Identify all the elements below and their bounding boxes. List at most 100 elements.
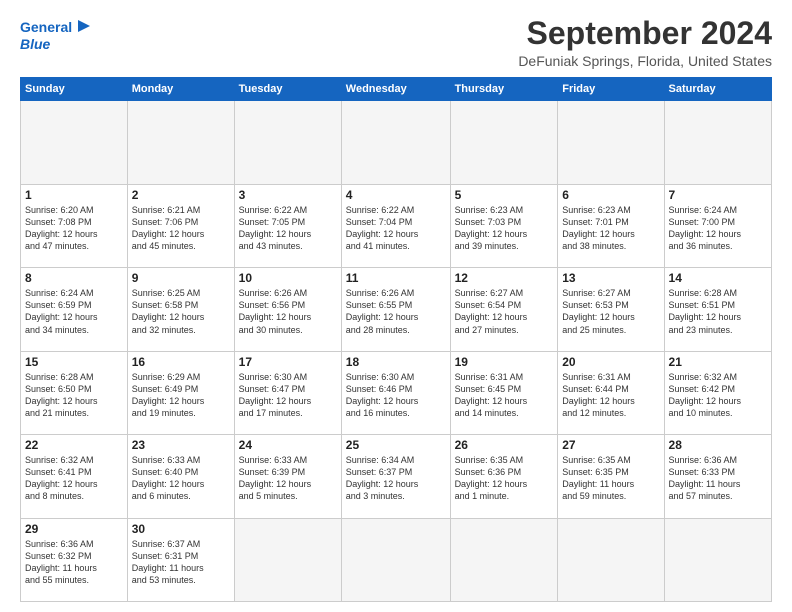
calendar-cell	[664, 518, 771, 601]
day-number: 10	[239, 271, 337, 285]
calendar-cell: 6Sunrise: 6:23 AM Sunset: 7:01 PM Daylig…	[558, 184, 664, 267]
calendar-cell	[664, 101, 771, 184]
calendar-cell: 13 Sunrise: 6:27 AM Sunset: 6:53 PM Dayli…	[558, 268, 664, 351]
calendar-cell	[558, 101, 664, 184]
day-number: 29	[25, 522, 123, 536]
day-number: 22	[25, 438, 123, 452]
calendar-cell: 21 Sunrise: 6:32 AM Sunset: 6:42 PM Dayli…	[664, 351, 771, 434]
day-number: 21	[669, 355, 767, 369]
week-row-0	[21, 101, 772, 184]
day-info: Sunrise: 6:24 AM Sunset: 7:00 PM Dayligh…	[669, 204, 767, 253]
col-thursday: Thursday	[450, 78, 558, 101]
calendar-cell	[21, 101, 128, 184]
calendar-cell: 16 Sunrise: 6:29 AM Sunset: 6:49 PM Dayli…	[127, 351, 234, 434]
logo-blue-text: Blue	[20, 37, 50, 52]
week-row-2: 8 Sunrise: 6:24 AM Sunset: 6:59 PM Daylig…	[21, 268, 772, 351]
calendar-cell: 22 Sunrise: 6:32 AM Sunset: 6:41 PM Dayli…	[21, 435, 128, 518]
day-number: 1	[25, 188, 123, 202]
calendar-cell: 14 Sunrise: 6:28 AM Sunset: 6:51 PM Dayli…	[664, 268, 771, 351]
subtitle: DeFuniak Springs, Florida, United States	[518, 53, 772, 69]
week-row-1: 1Sunrise: 6:20 AM Sunset: 7:08 PM Daylig…	[21, 184, 772, 267]
day-info: Sunrise: 6:32 AM Sunset: 6:41 PM Dayligh…	[25, 454, 123, 503]
day-info: Sunrise: 6:31 AM Sunset: 6:44 PM Dayligh…	[562, 371, 659, 420]
logo-arrow-icon	[76, 18, 92, 34]
day-info: Sunrise: 6:22 AM Sunset: 7:04 PM Dayligh…	[346, 204, 446, 253]
calendar-cell: 3 Sunrise: 6:22 AM Sunset: 7:05 PM Daylig…	[234, 184, 341, 267]
day-number: 2	[132, 188, 230, 202]
day-info: Sunrise: 6:37 AM Sunset: 6:31 PM Dayligh…	[132, 538, 230, 587]
day-number: 26	[455, 438, 554, 452]
day-number: 30	[132, 522, 230, 536]
calendar-table: Sunday Monday Tuesday Wednesday Thursday…	[20, 77, 772, 602]
day-info: Sunrise: 6:22 AM Sunset: 7:05 PM Dayligh…	[239, 204, 337, 253]
day-number: 7	[669, 188, 767, 202]
day-number: 4	[346, 188, 446, 202]
day-number: 8	[25, 271, 123, 285]
calendar-cell: 26Sunrise: 6:35 AM Sunset: 6:36 PM Dayli…	[450, 435, 558, 518]
logo-text: General	[20, 20, 72, 35]
calendar-cell: 27 Sunrise: 6:35 AM Sunset: 6:35 PM Dayli…	[558, 435, 664, 518]
calendar-cell: 29Sunrise: 6:36 AM Sunset: 6:32 PM Dayli…	[21, 518, 128, 601]
day-info: Sunrise: 6:30 AM Sunset: 6:46 PM Dayligh…	[346, 371, 446, 420]
day-number: 24	[239, 438, 337, 452]
col-saturday: Saturday	[664, 78, 771, 101]
day-info: Sunrise: 6:32 AM Sunset: 6:42 PM Dayligh…	[669, 371, 767, 420]
col-friday: Friday	[558, 78, 664, 101]
calendar-cell: 4 Sunrise: 6:22 AM Sunset: 7:04 PM Daylig…	[341, 184, 450, 267]
calendar-cell: 1Sunrise: 6:20 AM Sunset: 7:08 PM Daylig…	[21, 184, 128, 267]
week-row-3: 15Sunrise: 6:28 AM Sunset: 6:50 PM Dayli…	[21, 351, 772, 434]
day-info: Sunrise: 6:26 AM Sunset: 6:55 PM Dayligh…	[346, 287, 446, 336]
calendar-cell: 10 Sunrise: 6:26 AM Sunset: 6:56 PM Dayli…	[234, 268, 341, 351]
day-info: Sunrise: 6:35 AM Sunset: 6:35 PM Dayligh…	[562, 454, 659, 503]
day-info: Sunrise: 6:23 AM Sunset: 7:03 PM Dayligh…	[455, 204, 554, 253]
calendar-cell	[234, 518, 341, 601]
main-title: September 2024	[518, 16, 772, 51]
calendar-cell	[127, 101, 234, 184]
day-info: Sunrise: 6:23 AM Sunset: 7:01 PM Dayligh…	[562, 204, 659, 253]
day-number: 11	[346, 271, 446, 285]
day-number: 12	[455, 271, 554, 285]
day-number: 13	[562, 271, 659, 285]
day-info: Sunrise: 6:24 AM Sunset: 6:59 PM Dayligh…	[25, 287, 123, 336]
calendar-cell	[234, 101, 341, 184]
col-tuesday: Tuesday	[234, 78, 341, 101]
day-info: Sunrise: 6:33 AM Sunset: 6:40 PM Dayligh…	[132, 454, 230, 503]
calendar-cell: 18 Sunrise: 6:30 AM Sunset: 6:46 PM Dayli…	[341, 351, 450, 434]
page: General Blue September 2024 DeFuniak Spr…	[0, 0, 792, 612]
calendar-cell: 25Sunrise: 6:34 AM Sunset: 6:37 PM Dayli…	[341, 435, 450, 518]
day-info: Sunrise: 6:28 AM Sunset: 6:51 PM Dayligh…	[669, 287, 767, 336]
day-number: 5	[455, 188, 554, 202]
calendar-cell: 17Sunrise: 6:30 AM Sunset: 6:47 PM Dayli…	[234, 351, 341, 434]
col-wednesday: Wednesday	[341, 78, 450, 101]
col-sunday: Sunday	[21, 78, 128, 101]
day-number: 18	[346, 355, 446, 369]
calendar-cell: 30 Sunrise: 6:37 AM Sunset: 6:31 PM Dayli…	[127, 518, 234, 601]
day-number: 14	[669, 271, 767, 285]
day-info: Sunrise: 6:29 AM Sunset: 6:49 PM Dayligh…	[132, 371, 230, 420]
calendar-cell	[341, 518, 450, 601]
calendar-cell: 28 Sunrise: 6:36 AM Sunset: 6:33 PM Dayli…	[664, 435, 771, 518]
calendar-header-row: Sunday Monday Tuesday Wednesday Thursday…	[21, 78, 772, 101]
week-row-4: 22 Sunrise: 6:32 AM Sunset: 6:41 PM Dayli…	[21, 435, 772, 518]
logo: General Blue	[20, 16, 92, 52]
calendar-cell	[341, 101, 450, 184]
calendar-cell: 12Sunrise: 6:27 AM Sunset: 6:54 PM Dayli…	[450, 268, 558, 351]
day-info: Sunrise: 6:21 AM Sunset: 7:06 PM Dayligh…	[132, 204, 230, 253]
day-number: 3	[239, 188, 337, 202]
day-info: Sunrise: 6:33 AM Sunset: 6:39 PM Dayligh…	[239, 454, 337, 503]
day-number: 16	[132, 355, 230, 369]
day-number: 17	[239, 355, 337, 369]
day-number: 19	[455, 355, 554, 369]
day-info: Sunrise: 6:36 AM Sunset: 6:33 PM Dayligh…	[669, 454, 767, 503]
day-number: 23	[132, 438, 230, 452]
day-info: Sunrise: 6:26 AM Sunset: 6:56 PM Dayligh…	[239, 287, 337, 336]
day-number: 20	[562, 355, 659, 369]
day-info: Sunrise: 6:27 AM Sunset: 6:53 PM Dayligh…	[562, 287, 659, 336]
day-info: Sunrise: 6:34 AM Sunset: 6:37 PM Dayligh…	[346, 454, 446, 503]
calendar-cell: 15Sunrise: 6:28 AM Sunset: 6:50 PM Dayli…	[21, 351, 128, 434]
calendar-cell: 20 Sunrise: 6:31 AM Sunset: 6:44 PM Dayli…	[558, 351, 664, 434]
day-number: 27	[562, 438, 659, 452]
day-number: 28	[669, 438, 767, 452]
calendar-cell: 8 Sunrise: 6:24 AM Sunset: 6:59 PM Daylig…	[21, 268, 128, 351]
calendar-cell	[450, 518, 558, 601]
